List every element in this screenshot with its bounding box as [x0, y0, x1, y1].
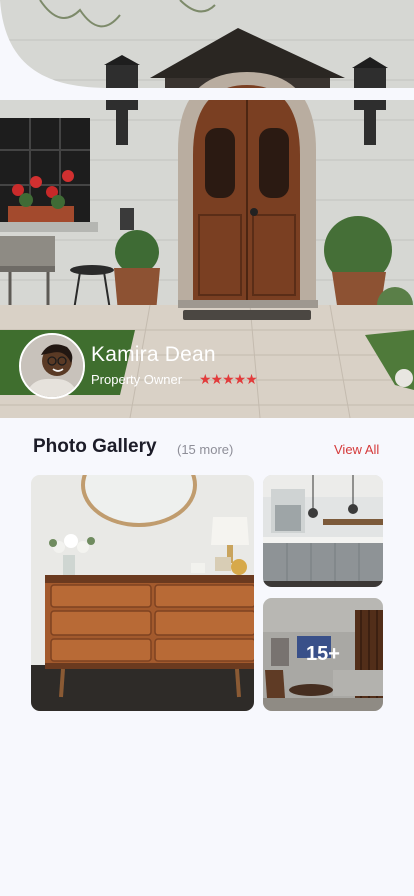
hero-image: Kamira Dean Property Owner ★★★★★ — [0, 0, 414, 418]
owner-rating-stars: ★★★★★ — [199, 371, 258, 387]
owner-name: Kamira Dean — [91, 343, 216, 366]
hero-curve-shape — [0, 0, 414, 100]
owner-profile[interactable]: Kamira Dean Property Owner ★★★★★ — [19, 333, 319, 399]
gallery-title: Photo Gallery — [33, 436, 157, 457]
avatar-image — [21, 335, 83, 397]
gallery-more-overlay[interactable]: 15+ — [263, 598, 383, 711]
kitchen-photo — [263, 475, 383, 587]
gallery-photo-living-room[interactable]: 15+ — [263, 598, 383, 711]
gallery-photo-kitchen[interactable] — [263, 475, 383, 587]
view-all-link[interactable]: View All — [334, 442, 379, 457]
dresser-photo — [31, 475, 254, 711]
gallery-more-count: (15 more) — [177, 442, 234, 457]
owner-role: Property Owner — [91, 372, 183, 387]
owner-avatar[interactable] — [19, 333, 85, 399]
gallery-photo-dresser[interactable] — [31, 475, 254, 711]
